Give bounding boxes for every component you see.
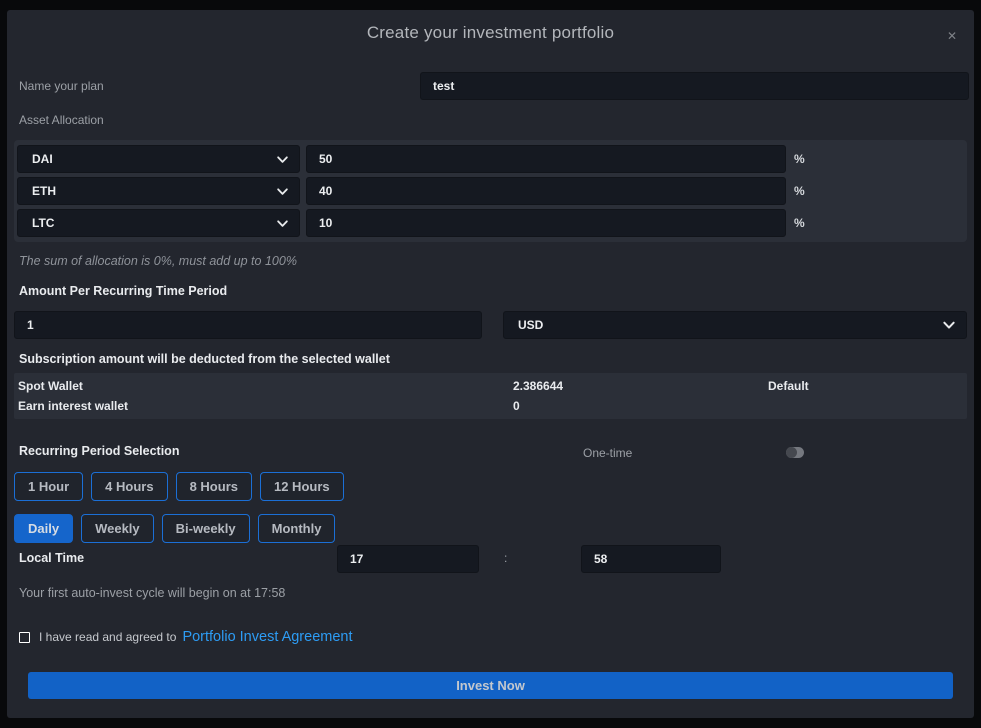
wallet-balance: 2.386644: [513, 379, 768, 393]
chevron-down-icon: [276, 153, 289, 166]
period-button-12-hours[interactable]: 12 Hours: [260, 472, 344, 501]
allocation-row: DAI %: [17, 145, 964, 173]
percent-sign: %: [794, 152, 805, 166]
chevron-down-icon: [942, 318, 956, 332]
agreement-link[interactable]: Portfolio Invest Agreement: [182, 629, 352, 645]
agreement-checkbox[interactable]: [19, 632, 30, 643]
table-row-spot-wallet[interactable]: Spot Wallet 2.386644 Default: [14, 376, 967, 396]
hour-field: [337, 545, 479, 573]
first-cycle-note: Your first auto-invest cycle will begin …: [19, 586, 969, 600]
allocation-row: ETH %: [17, 177, 964, 205]
create-portfolio-modal: Create your investment portfolio ✕ Name …: [7, 10, 974, 718]
asset-select-1[interactable]: DAI: [17, 145, 300, 173]
name-plan-row: Name your plan: [19, 72, 969, 100]
asset-select-3[interactable]: LTC: [17, 209, 300, 237]
amount-field: [14, 311, 482, 339]
asset-select-3-value: LTC: [32, 216, 54, 230]
asset-select-1-value: DAI: [32, 152, 53, 166]
period-button-8-hours[interactable]: 8 Hours: [176, 472, 252, 501]
toggle-knob: [786, 447, 797, 458]
local-time-row: Local Time :: [12, 545, 969, 573]
table-row-earn-wallet[interactable]: Earn interest wallet 0: [14, 396, 967, 416]
minute-input[interactable]: [582, 552, 720, 566]
percent-input-2[interactable]: [307, 184, 785, 198]
chevron-down-icon: [276, 217, 289, 230]
amount-input[interactable]: [15, 318, 481, 332]
currency-select-value: USD: [518, 318, 543, 332]
asset-allocation-label: Asset Allocation: [19, 113, 969, 127]
modal-title: Create your investment portfolio: [12, 23, 969, 43]
percent-sign: %: [794, 184, 805, 198]
amount-row: USD: [14, 311, 967, 339]
local-time-label: Local Time: [19, 551, 84, 565]
percent-input-3[interactable]: [307, 216, 785, 230]
name-plan-field: [420, 72, 969, 100]
wallet-default-label: Default: [768, 379, 967, 393]
percent-field-1: [306, 145, 786, 173]
wallet-table: Spot Wallet 2.386644 Default Earn intere…: [14, 373, 967, 419]
period-button-4-hours[interactable]: 4 Hours: [91, 472, 167, 501]
percent-sign: %: [794, 216, 805, 230]
chevron-down-icon: [276, 185, 289, 198]
period-button-biweekly[interactable]: Bi-weekly: [162, 514, 250, 543]
wallet-name: Earn interest wallet: [14, 399, 513, 413]
frequency-options-row: Daily Weekly Bi-weekly Monthly: [14, 514, 969, 543]
period-button-weekly[interactable]: Weekly: [81, 514, 154, 543]
wallet-name: Spot Wallet: [14, 379, 513, 393]
period-button-daily[interactable]: Daily: [14, 514, 73, 543]
recurring-period-row: Recurring Period Selection One-time: [12, 444, 969, 460]
allocation-row: LTC %: [17, 209, 964, 237]
wallet-balance: 0: [513, 399, 768, 413]
wallet-section-label: Subscription amount will be deducted fro…: [19, 352, 969, 366]
period-button-monthly[interactable]: Monthly: [258, 514, 336, 543]
agreement-row: I have read and agreed to Portfolio Inve…: [19, 629, 969, 645]
name-plan-input[interactable]: [421, 79, 968, 93]
percent-field-3: [306, 209, 786, 237]
invest-now-button[interactable]: Invest Now: [28, 672, 953, 699]
recurring-period-label: Recurring Period Selection: [19, 444, 179, 458]
agreement-text: I have read and agreed to: [39, 630, 176, 644]
modal-header: Create your investment portfolio ✕: [12, 10, 969, 46]
amount-label: Amount Per Recurring Time Period: [19, 284, 969, 298]
percent-field-2: [306, 177, 786, 205]
one-time-label: One-time: [583, 446, 632, 460]
name-plan-label: Name your plan: [19, 79, 104, 93]
asset-select-2[interactable]: ETH: [17, 177, 300, 205]
time-separator: :: [504, 551, 507, 565]
asset-select-2-value: ETH: [32, 184, 56, 198]
hour-options-row: 1 Hour 4 Hours 8 Hours 12 Hours: [14, 472, 969, 501]
percent-input-1[interactable]: [307, 152, 785, 166]
close-icon[interactable]: ✕: [947, 30, 957, 42]
one-time-toggle[interactable]: [786, 447, 804, 458]
allocation-sum-warning: The sum of allocation is 0%, must add up…: [19, 254, 969, 268]
period-button-1-hour[interactable]: 1 Hour: [14, 472, 83, 501]
minute-field: [581, 545, 721, 573]
hour-input[interactable]: [338, 552, 478, 566]
currency-select[interactable]: USD: [503, 311, 967, 339]
asset-allocation-panel: DAI % ETH % LTC: [14, 140, 967, 242]
